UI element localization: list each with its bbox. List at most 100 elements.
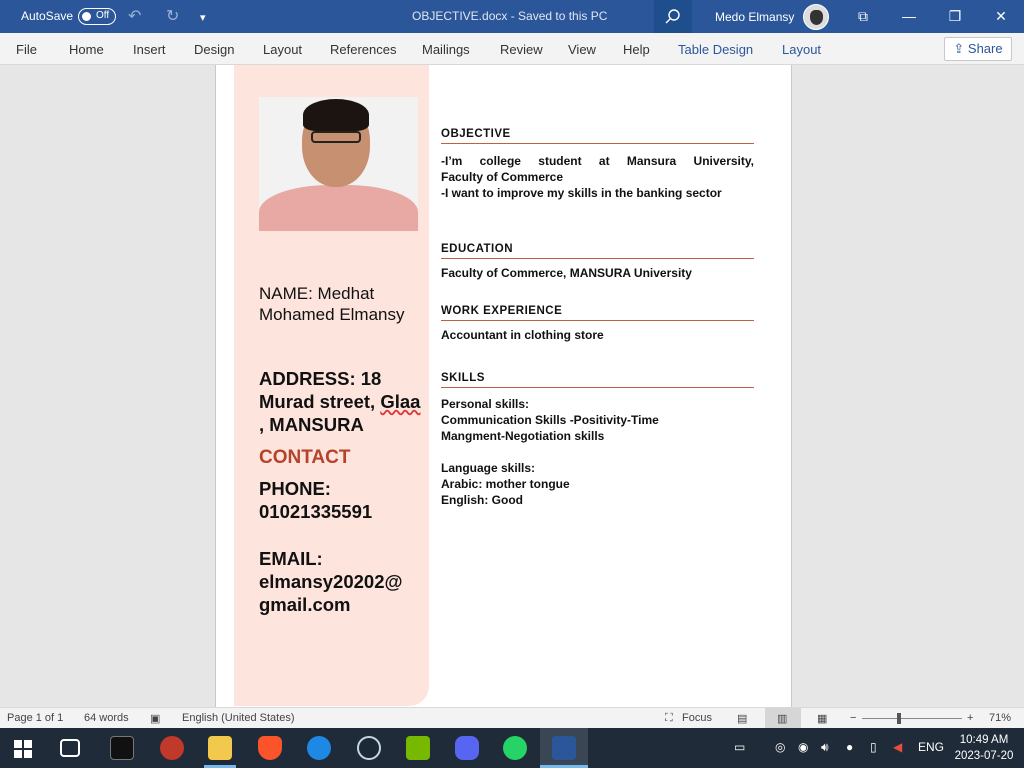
tab-insert[interactable]: Insert: [133, 42, 166, 57]
work-heading: WORK EXPERIENCE: [441, 305, 754, 321]
tab-home[interactable]: Home: [69, 42, 104, 57]
page-count[interactable]: Page 1 of 1: [7, 712, 63, 724]
photo-glasses: [311, 131, 361, 143]
nvidia-icon[interactable]: [406, 736, 430, 760]
tab-view[interactable]: View: [568, 42, 596, 57]
epic-games-icon[interactable]: [110, 736, 134, 760]
redo-icon[interactable]: ↻: [166, 6, 179, 26]
title-bar: AutoSave Off ↶ ↻ ▾ OBJECTIVE.docx - Save…: [0, 0, 1024, 33]
zoom-in-icon[interactable]: +: [967, 712, 973, 724]
file-explorer-icon[interactable]: [208, 736, 232, 760]
autosave-label: AutoSave: [21, 9, 74, 23]
volume-icon[interactable]: 🔊︎: [821, 740, 829, 755]
steam-icon[interactable]: [357, 736, 381, 760]
resume-address: ADDRESS: 18 Murad street, Glaa , MANSURA: [259, 367, 424, 436]
resume-name: NAME: Medhat Mohamed Elmansy: [259, 284, 405, 324]
share-button[interactable]: ⇪ Share: [944, 37, 1012, 61]
education-heading: EDUCATION: [441, 243, 754, 259]
word-icon[interactable]: [552, 736, 576, 760]
objective-line-2: Faculty of Commerce: [441, 170, 564, 184]
tab-table-layout[interactable]: Layout: [782, 42, 821, 57]
ribbon-display-options-icon[interactable]: ⧉: [840, 0, 886, 33]
brave-browser-icon[interactable]: [258, 736, 282, 760]
objective-line-3: -I want to improve my skills in the bank…: [441, 186, 722, 200]
personal-skills-title: Personal skills:: [441, 397, 530, 411]
ribbon-tabs: File Home Insert Design Layout Reference…: [0, 33, 1024, 65]
work-text: Accountant in clothing store: [441, 328, 604, 342]
steam-tray-icon[interactable]: ◉: [798, 740, 808, 754]
print-layout-icon[interactable]: ▥: [777, 712, 787, 725]
education-section: EDUCATION Faculty of Commerce, MANSURA U…: [441, 243, 754, 281]
read-mode-icon[interactable]: ▤: [737, 712, 747, 725]
search-icon: [665, 9, 680, 24]
status-bar: Page 1 of 1 64 words ▣ English (United S…: [0, 707, 1024, 728]
tray-app-icon[interactable]: ◎: [775, 740, 785, 754]
zoom-out-icon[interactable]: −: [850, 712, 856, 724]
document-page[interactable]: NAME: Medhat Mohamed Elmansy ADDRESS: 18…: [215, 65, 792, 707]
user-name[interactable]: Medo Elmansy: [715, 10, 794, 24]
restore-icon[interactable]: ❐: [932, 0, 978, 33]
skills-section: SKILLS Personal skills: Communication Sk…: [441, 372, 754, 508]
photo-hair: [303, 99, 369, 131]
tray-app-icon-2[interactable]: ●: [846, 740, 853, 754]
tab-layout[interactable]: Layout: [263, 42, 302, 57]
personal-skills-line-1: Communication Skills -Positivity-Time: [441, 413, 659, 427]
tab-file[interactable]: File: [16, 42, 37, 57]
objective-section: OBJECTIVE -I’m college student at Mansur…: [441, 128, 754, 201]
resume-email: EMAIL: elmansy20202@ gmail.com: [259, 548, 403, 615]
education-text: Faculty of Commerce, MANSURA University: [441, 266, 692, 280]
search-button[interactable]: [654, 0, 692, 33]
tab-design[interactable]: Design: [194, 42, 234, 57]
share-icon: ⇪: [953, 41, 965, 56]
input-language[interactable]: ENG: [918, 740, 944, 754]
objective-heading: OBJECTIVE: [441, 128, 754, 144]
clock-date: 2023-07-20: [954, 750, 1014, 762]
tab-review[interactable]: Review: [500, 42, 543, 57]
network-icon[interactable]: ▯: [870, 740, 877, 754]
system-clock[interactable]: 10:49 AM 2023-07-20: [954, 732, 1014, 764]
notifications-tray-icon[interactable]: ▭: [734, 740, 745, 754]
tab-references[interactable]: References: [330, 42, 396, 57]
address-suffix: MANSURA: [264, 414, 364, 435]
clock-time: 10:49 AM: [959, 734, 1009, 746]
resume-phone: PHONE: 01021335591: [259, 478, 373, 522]
whatsapp-icon[interactable]: [503, 736, 527, 760]
web-layout-icon[interactable]: ▦: [817, 712, 827, 725]
tab-table-design[interactable]: Table Design: [678, 42, 753, 57]
tab-mailings[interactable]: Mailings: [422, 42, 470, 57]
photo-shirt: [259, 185, 418, 231]
zoom-slider-thumb[interactable]: [897, 713, 901, 724]
customize-quick-access-icon[interactable]: ▾: [200, 11, 206, 24]
toggle-knob: [82, 12, 91, 21]
autosave-toggle[interactable]: Off: [78, 8, 116, 25]
windows-taskbar: ▭ ◎ ◉ 🔊︎ ● ▯ ◀ ENG 10:49 AM 2023-07-20: [0, 728, 1024, 768]
focus-label[interactable]: Focus: [682, 712, 712, 724]
language-arabic: Arabic: mother tongue: [441, 477, 570, 491]
personal-skills-line-2: Mangment-Negotiation skills: [441, 429, 605, 443]
speaker-alert-icon[interactable]: ◀: [893, 740, 902, 754]
work-section: WORK EXPERIENCE Accountant in clothing s…: [441, 305, 754, 343]
skills-heading: SKILLS: [441, 372, 754, 388]
document-title[interactable]: OBJECTIVE.docx - Saved to this PC: [412, 9, 607, 23]
tab-help[interactable]: Help: [623, 42, 650, 57]
minimize-icon[interactable]: —: [886, 0, 932, 33]
user-avatar[interactable]: [803, 4, 829, 30]
discord-icon[interactable]: [455, 736, 479, 760]
close-icon[interactable]: ✕: [978, 0, 1024, 33]
undo-icon[interactable]: ↶: [128, 6, 141, 26]
game-launcher-icon[interactable]: [160, 736, 184, 760]
share-label: Share: [967, 41, 1003, 56]
profile-photo: [259, 97, 418, 231]
objective-line-1: -I’m college student at Mansura Universi…: [441, 154, 754, 168]
app-icon[interactable]: [307, 736, 331, 760]
zoom-slider[interactable]: [862, 713, 962, 724]
task-view-icon[interactable]: [60, 739, 80, 757]
contact-heading: CONTACT: [259, 447, 351, 468]
language-status[interactable]: English (United States): [182, 712, 295, 724]
zoom-level[interactable]: 71%: [989, 712, 1011, 724]
focus-icon[interactable]: ⛶: [665, 712, 673, 725]
language-english: English: Good: [441, 493, 523, 507]
windows-start-icon[interactable]: [14, 740, 32, 758]
proofing-icon[interactable]: ▣: [150, 712, 160, 725]
word-count[interactable]: 64 words: [84, 712, 129, 724]
